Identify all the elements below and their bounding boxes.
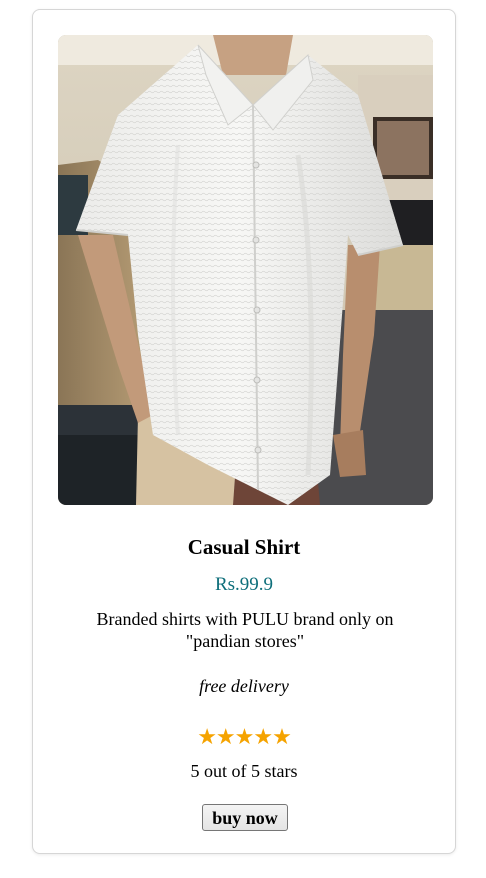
delivery-note: free delivery: [199, 676, 289, 696]
product-description: Branded shirts with PULU brand only on "…: [96, 609, 394, 651]
product-image: [58, 35, 433, 505]
buy-now-button[interactable]: buy now: [202, 804, 288, 831]
rating-text: 5 out of 5 stars: [190, 761, 298, 781]
product-title: Casual Shirt: [187, 535, 301, 559]
product-price: Rs.99.9: [214, 574, 274, 595]
product-card: Casual Shirt Rs.99.9 Branded shirts with…: [32, 9, 456, 854]
star-rating: ★★★★★: [197, 725, 292, 750]
